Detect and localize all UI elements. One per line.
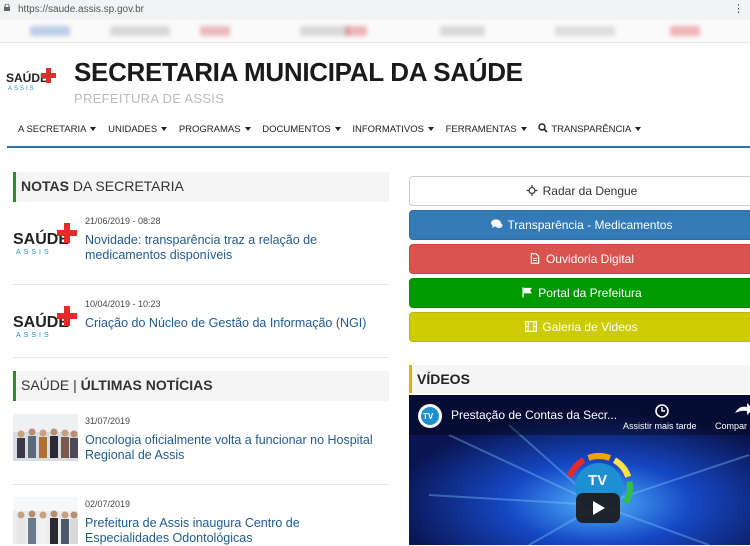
page-subtitle: PREFEITURA DE ASSIS xyxy=(74,91,225,106)
list-item[interactable]: 02/07/2019 Prefeitura de Assis inaugura … xyxy=(13,497,389,546)
videos-section-title: VÍDEOS xyxy=(409,365,750,393)
saude-assis-logo[interactable]: SAÚDE ASSIS xyxy=(6,66,56,92)
caret-down-icon xyxy=(635,127,642,132)
radar-dengue-button[interactable]: Radar da Dengue xyxy=(409,176,750,206)
comments-icon xyxy=(490,219,503,229)
nav-documentos[interactable]: DOCUMENTOS xyxy=(262,124,341,135)
noticias-section-title: SAÚDE | ÚLTIMAS NOTÍCIAS xyxy=(13,371,389,401)
news-photo[interactable] xyxy=(13,497,78,544)
nav-ferramentas[interactable]: FERRAMENTAS xyxy=(446,124,527,135)
nav-unidades[interactable]: UNIDADES xyxy=(108,124,168,135)
portal-prefeitura-button[interactable]: Portal da Prefeitura xyxy=(409,278,750,308)
list-item[interactable]: SAÚDE ASSIS 21/06/2019 - 08:28 Novidade:… xyxy=(13,216,389,276)
bookmark-item[interactable] xyxy=(670,26,700,36)
share-label[interactable]: Compar xyxy=(715,421,747,431)
site-header: SAÚDE ASSIS SECRETARIA MUNICIPAL DA SAÚD… xyxy=(0,42,750,147)
watch-later-label[interactable]: Assistir mais tarde xyxy=(623,421,697,431)
page-title: SECRETARIA MUNICIPAL DA SAÚDE xyxy=(74,57,523,87)
divider xyxy=(13,357,389,358)
svg-text:ASSIS: ASSIS xyxy=(16,249,52,256)
news-date: 21/06/2019 - 08:28 xyxy=(85,216,161,226)
galeria-videos-button[interactable]: Galeria de Videos xyxy=(409,312,750,342)
url-text[interactable]: https://saude.assis.sp.gov.br xyxy=(18,4,144,15)
video-embed[interactable]: TV TV Prestação de Contas da Secr... Ass… xyxy=(409,395,750,545)
caret-down-icon xyxy=(161,127,168,132)
svg-text:ASSIS: ASSIS xyxy=(8,86,36,92)
caret-down-icon xyxy=(90,127,97,132)
ouvidoria-digital-button[interactable]: Ouvidoria Digital xyxy=(409,244,750,274)
browser-address-bar[interactable]: https://saude.assis.sp.gov.br ⋮ xyxy=(0,0,750,20)
bookmarks-bar xyxy=(0,20,750,43)
svg-text:ASSIS: ASSIS xyxy=(16,332,52,339)
bookmark-item[interactable] xyxy=(440,26,485,36)
main-nav: A SECRETARIA UNIDADES PROGRAMAS DOCUMENT… xyxy=(18,123,650,139)
list-item[interactable]: SAÚDE ASSIS 10/04/2019 - 10:23 Criação d… xyxy=(13,299,389,344)
news-photo[interactable] xyxy=(13,414,78,461)
bookmark-item[interactable] xyxy=(110,26,170,36)
saude-logo-thumb: SAÚDE ASSIS xyxy=(13,306,77,339)
caret-down-icon xyxy=(520,127,527,132)
crosshair-icon xyxy=(526,185,538,196)
svg-text:TV: TV xyxy=(588,472,607,489)
nav-programas[interactable]: PROGRAMAS xyxy=(179,124,251,135)
notas-section-title: NOTAS DA SECRETARIA xyxy=(13,172,389,202)
search-icon xyxy=(538,123,548,133)
browser-menu-icon[interactable]: ⋮ xyxy=(733,2,744,15)
film-icon xyxy=(525,321,538,332)
transparencia-medicamentos-button[interactable]: Transparência - Medicamentos xyxy=(409,210,750,240)
divider xyxy=(13,484,389,485)
nav-informativos[interactable]: INFORMATIVOS xyxy=(352,124,434,135)
caret-down-icon xyxy=(244,127,251,132)
saude-logo-thumb: SAÚDE ASSIS xyxy=(13,223,77,256)
caret-down-icon xyxy=(334,127,341,132)
svg-text:TV: TV xyxy=(423,412,434,421)
divider xyxy=(13,284,389,285)
list-item[interactable]: 31/07/2019 Oncologia oficialmente volta … xyxy=(13,414,389,466)
flag-icon xyxy=(522,287,533,298)
news-date: 31/07/2019 xyxy=(85,416,131,426)
news-headline[interactable]: Criação do Núcleo de Gestão da Informaçã… xyxy=(85,316,385,331)
news-headline[interactable]: Oncologia oficialmente volta a funcionar… xyxy=(85,433,385,463)
news-date: 10/04/2019 - 10:23 xyxy=(85,299,161,309)
bookmark-item[interactable] xyxy=(200,26,230,36)
video-title[interactable]: Prestação de Contas da Secr... xyxy=(451,408,617,422)
bookmark-item[interactable] xyxy=(555,26,615,36)
bookmark-item[interactable] xyxy=(345,26,367,36)
caret-down-icon xyxy=(427,127,434,132)
nav-divider xyxy=(7,146,750,148)
news-headline[interactable]: Novidade: transparência traz a relação d… xyxy=(85,233,385,263)
news-date: 02/07/2019 xyxy=(85,499,131,509)
document-icon xyxy=(530,253,540,264)
nav-a-secretaria[interactable]: A SECRETARIA xyxy=(18,124,97,135)
lock-icon xyxy=(4,4,10,11)
bookmark-item[interactable] xyxy=(300,26,350,36)
nav-transparencia[interactable]: TRANSPARÊNCIA xyxy=(538,123,642,135)
bookmark-item[interactable] xyxy=(30,26,70,36)
news-headline[interactable]: Prefeitura de Assis inaugura Centro de E… xyxy=(85,516,385,546)
